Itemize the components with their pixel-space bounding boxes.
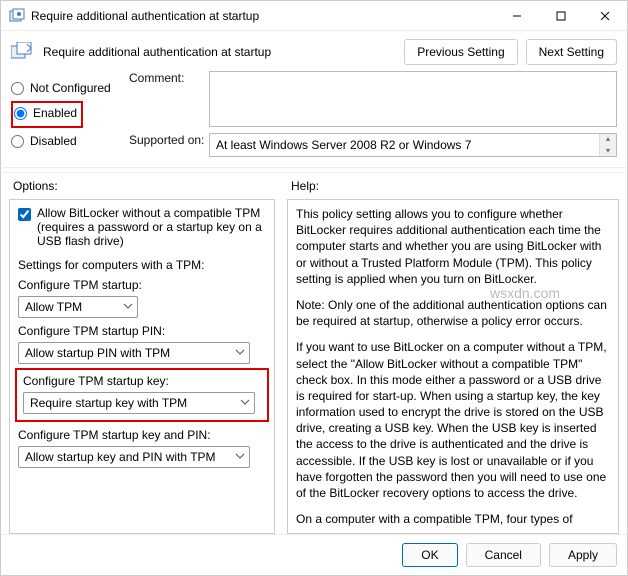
- comment-input[interactable]: [209, 71, 617, 127]
- cfg-tpm-key-dropdown[interactable]: Require startup key with TPM: [23, 392, 255, 414]
- comment-supported-col: Comment: Supported on: At least Windows …: [129, 71, 617, 163]
- help-paragraph: If you want to use BitLocker on a comput…: [296, 339, 610, 501]
- apply-button[interactable]: Apply: [549, 543, 617, 567]
- allow-without-tpm-input[interactable]: [18, 208, 31, 221]
- supported-row: Supported on: At least Windows Server 20…: [129, 133, 617, 157]
- maximize-button[interactable]: [539, 1, 583, 31]
- close-button[interactable]: [583, 1, 627, 31]
- radio-enabled[interactable]: Enabled: [14, 106, 77, 120]
- cfg-tpm-pin-dropdown[interactable]: Allow startup PIN with TPM: [18, 342, 250, 364]
- highlight-enabled: Enabled: [11, 101, 83, 128]
- help-paragraph: Note: Only one of the additional authent…: [296, 297, 610, 329]
- panes: Options: Allow BitLocker without a compa…: [1, 173, 627, 534]
- dropdown-value: Allow startup PIN with TPM: [25, 346, 170, 360]
- policy-icon: [9, 8, 25, 24]
- supported-value: At least Windows Server 2008 R2 or Windo…: [216, 138, 471, 152]
- supported-value-box: At least Windows Server 2008 R2 or Windo…: [209, 133, 617, 157]
- dropdown-value: Allow TPM: [25, 300, 82, 314]
- previous-setting-button[interactable]: Previous Setting: [404, 39, 517, 65]
- settings-header: Settings for computers with a TPM:: [18, 258, 266, 272]
- dropdown-value: Require startup key with TPM: [30, 396, 187, 410]
- supported-label: Supported on:: [129, 133, 209, 147]
- window-title: Require additional authentication at sta…: [31, 9, 495, 23]
- help-body: This policy setting allows you to config…: [287, 199, 619, 534]
- cfg-tpm-pin-label: Configure TPM startup PIN:: [18, 324, 266, 338]
- radio-enabled-input[interactable]: [14, 107, 27, 120]
- radio-disabled-input[interactable]: [11, 135, 24, 148]
- options-label: Options:: [3, 173, 281, 199]
- next-setting-button[interactable]: Next Setting: [526, 39, 617, 65]
- help-paragraph: This policy setting allows you to config…: [296, 206, 610, 287]
- radio-label: Enabled: [33, 106, 77, 120]
- state-radios: Not Configured Enabled Disabled: [11, 71, 129, 163]
- cfg-tpm-startup-label: Configure TPM startup:: [18, 278, 266, 292]
- help-paragraph: On a computer with a compatible TPM, fou…: [296, 511, 610, 527]
- supported-scrollbar[interactable]: ▴▾: [599, 134, 616, 156]
- header-label: Require additional authentication at sta…: [43, 45, 396, 59]
- radio-label: Disabled: [30, 134, 77, 148]
- policy-header-icon: [11, 42, 37, 62]
- radio-label: Not Configured: [30, 81, 111, 95]
- minimize-button[interactable]: [495, 1, 539, 31]
- footer: OK Cancel Apply: [1, 534, 627, 575]
- state-area: Not Configured Enabled Disabled Comment:…: [1, 69, 627, 163]
- allow-without-tpm-label: Allow BitLocker without a compatible TPM…: [37, 206, 266, 248]
- titlebar: Require additional authentication at sta…: [1, 1, 627, 31]
- help-label: Help:: [281, 173, 625, 199]
- header-row: Require additional authentication at sta…: [1, 31, 627, 69]
- cancel-button[interactable]: Cancel: [466, 543, 541, 567]
- options-body: Allow BitLocker without a compatible TPM…: [9, 199, 275, 534]
- options-pane: Options: Allow BitLocker without a compa…: [3, 173, 281, 534]
- chevron-down-icon: [235, 346, 245, 360]
- comment-row: Comment:: [129, 71, 617, 127]
- radio-not-configured-input[interactable]: [11, 82, 24, 95]
- radio-disabled[interactable]: Disabled: [11, 134, 129, 148]
- policy-window: Require additional authentication at sta…: [0, 0, 628, 576]
- cfg-tpm-key-label: Configure TPM startup key:: [23, 374, 261, 388]
- allow-without-tpm-checkbox[interactable]: Allow BitLocker without a compatible TPM…: [18, 206, 266, 248]
- chevron-down-icon: [240, 396, 250, 410]
- chevron-down-icon: [123, 300, 133, 314]
- dropdown-value: Allow startup key and PIN with TPM: [25, 450, 216, 464]
- highlight-startup-key: Configure TPM startup key: Require start…: [15, 368, 269, 422]
- cfg-tpm-key-pin-label: Configure TPM startup key and PIN:: [18, 428, 266, 442]
- help-pane: Help: This policy setting allows you to …: [281, 173, 625, 534]
- cfg-tpm-key-pin-dropdown[interactable]: Allow startup key and PIN with TPM: [18, 446, 250, 468]
- ok-button[interactable]: OK: [402, 543, 457, 567]
- cfg-tpm-startup-dropdown[interactable]: Allow TPM: [18, 296, 138, 318]
- radio-not-configured[interactable]: Not Configured: [11, 81, 129, 95]
- chevron-down-icon: [235, 450, 245, 464]
- comment-label: Comment:: [129, 71, 209, 85]
